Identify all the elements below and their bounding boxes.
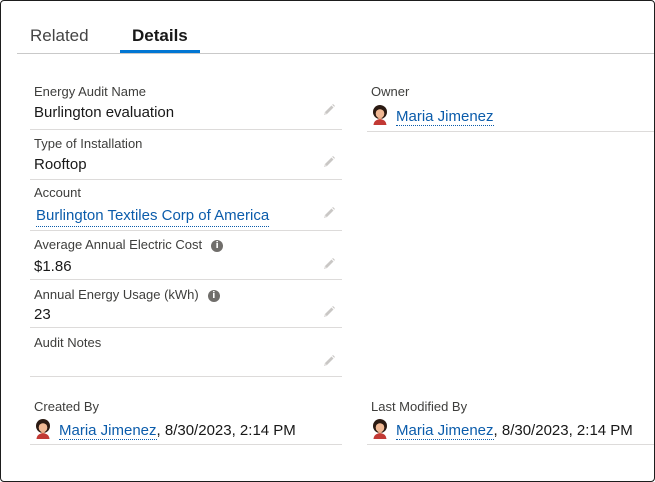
field-label: Type of Installation [34,136,143,151]
last-modified-date: , 8/30/2023, 2:14 PM [493,422,633,439]
field-label: Account [34,185,81,200]
info-icon[interactable]: i [207,290,220,302]
field-label: Audit Notes [34,335,102,350]
field-label: Average Annual Electric Cost i [34,237,224,253]
field-annual-energy-usage: Annual Energy Usage (kWh) i 23 [30,282,342,328]
pencil-icon[interactable] [322,103,336,117]
created-date: , 8/30/2023, 2:14 PM [156,422,296,439]
last-modified-by-link[interactable]: Maria Jimenez [396,422,494,440]
pencil-icon[interactable] [322,206,336,220]
active-tab-indicator [120,50,200,53]
field-owner: Owner Maria Jimenez [367,81,654,132]
created-by-value: Maria Jimenez, 8/30/2023, 2:14 PM [34,419,296,441]
field-label-text: Annual Energy Usage (kWh) [34,287,199,302]
field-value: Rooftop [34,156,87,173]
field-value: $1.86 [34,258,72,275]
field-last-modified-by: Last Modified By Maria Jimenez, 8/30/202… [367,395,654,445]
field-label: Annual Energy Usage (kWh) i [34,287,220,303]
field-label: Created By [34,399,100,414]
user-avatar [371,105,389,125]
field-label-text: Average Annual Electric Cost [34,237,203,252]
info-icon[interactable]: i [211,240,224,252]
field-label: Last Modified By [371,399,468,414]
pencil-icon[interactable] [322,257,336,271]
field-average-annual-electric-cost: Average Annual Electric Cost i $1.86 [30,233,342,280]
last-modified-by-value: Maria Jimenez, 8/30/2023, 2:14 PM [371,419,633,441]
field-audit-notes: Audit Notes [30,331,342,377]
pencil-icon[interactable] [322,354,336,368]
pencil-icon[interactable] [322,155,336,169]
user-avatar [371,419,389,439]
tab-related[interactable]: Related [30,26,89,46]
field-label: Owner [371,84,410,99]
owner-link[interactable]: Maria Jimenez [396,108,494,126]
field-created-by: Created By Maria Jimenez, 8/30/2023, 2:1… [30,395,342,445]
field-value: Burlington evaluation [34,104,175,121]
pencil-icon[interactable] [322,305,336,319]
field-type-of-installation: Type of Installation Rooftop [30,133,342,180]
user-avatar [34,419,52,439]
field-value: 23 [34,306,51,323]
field-label: Energy Audit Name [34,84,147,99]
field-account: Account Burlington Textiles Corp of Amer… [30,182,342,231]
created-by-link[interactable]: Maria Jimenez [59,422,157,440]
owner-value: Maria Jimenez [371,105,494,127]
account-link[interactable]: Burlington Textiles Corp of America [36,206,270,227]
record-detail-panel: Related Details Energy Audit Name Burlin… [0,0,655,482]
tab-bar: Related Details [17,1,654,54]
tab-details[interactable]: Details [132,26,188,46]
field-energy-audit-name: Energy Audit Name Burlington evaluation [30,81,342,130]
